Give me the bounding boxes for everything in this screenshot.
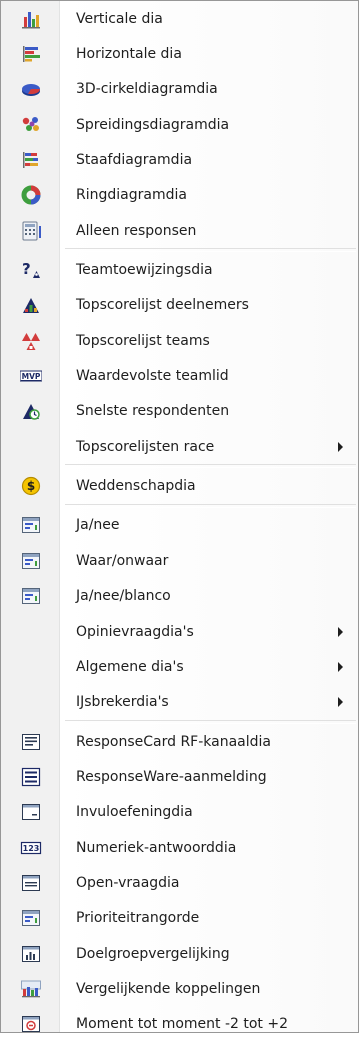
moment-to-moment-icon (20, 1013, 42, 1035)
true-false-slide-icon (20, 550, 42, 572)
menu-item-waar-onwaar[interactable]: Waar/onwaar (1, 543, 358, 578)
menu-item-moment-tot-moment[interactable]: Moment tot moment -2 tot +2 (1, 1007, 358, 1042)
wager-coin-icon-text: $ (27, 479, 35, 493)
submenu-arrow-icon (338, 697, 343, 708)
yes-no-slide-icon (20, 514, 42, 536)
menu-item-label: ResponseWare-aanmelding (76, 768, 267, 785)
menu-item-label: Vergelijkende koppelingen (76, 980, 261, 997)
mvp-icon: MVP (20, 365, 42, 387)
team-assignment-icon-text: ? (22, 260, 31, 278)
menu-item-teamtoewijzingsdia[interactable]: ? Teamtoewijzingsdia (1, 252, 358, 287)
menu-item-staafdiagramdia[interactable]: Staafdiagramdia (1, 142, 358, 177)
fill-in-blank-slide-icon (20, 801, 42, 823)
priority-ranking-icon (20, 907, 42, 929)
menu-item-label: Open-vraagdia (76, 874, 180, 891)
menu-item-opinievraagdias[interactable]: Opinievraagdia's (1, 614, 358, 649)
menu-item-topscorelijst-teams[interactable]: Topscorelijst teams (1, 323, 358, 358)
menu-item-label: Waardevolste teamlid (76, 368, 229, 385)
responses-only-icon (20, 220, 42, 242)
menu-item-label: Staafdiagramdia (76, 152, 193, 169)
yes-no-abstain-slide-icon (20, 585, 42, 607)
menu-item-invuloefeningdia[interactable]: Invuloefeningdia (1, 795, 358, 830)
menu-item-label: Spreidingsdiagramdia (76, 116, 230, 133)
submenu-arrow-icon (338, 441, 343, 452)
menu-item-label: Algemene dia's (76, 658, 184, 675)
menu-item-waardevolste-teamlid[interactable]: MVP Waardevolste teamlid (1, 358, 358, 393)
menu-item-label: Topscorelijst teams (76, 332, 210, 349)
menu-item-label: Verticale dia (76, 10, 163, 27)
menu-item-label: Waar/onwaar (76, 552, 169, 569)
menu-item-ijsbrekerdias[interactable]: IJsbrekerdia's (1, 685, 358, 720)
rf-channel-slide-icon (20, 731, 42, 753)
menu-item-label: Snelste respondenten (76, 403, 230, 420)
submenu-arrow-icon (338, 626, 343, 637)
menu-item-label: 3D-cirkeldiagramdia (76, 81, 218, 98)
menu-item-prioriteitrangorde[interactable]: Prioriteitrangorde (1, 901, 358, 936)
vertical-bar-chart-icon (20, 8, 42, 30)
menu-item-spreidingsdiagramdia[interactable]: Spreidingsdiagramdia (1, 107, 358, 142)
menu-item-verticale-dia[interactable]: Verticale dia (1, 1, 358, 36)
scatter-chart-icon (20, 114, 42, 136)
menu-item-label: Topscorelijsten race (76, 438, 215, 455)
menu-item-label: Ja/nee/blanco (76, 588, 171, 605)
menu-item-label: Ringdiagramdia (76, 187, 187, 204)
menu-item-label: Prioriteitrangorde (76, 910, 200, 927)
participant-leaderboard-icon (20, 294, 42, 316)
menu-item-label: Moment tot moment -2 tot +2 (76, 1016, 289, 1033)
submenu-arrow-icon (338, 661, 343, 672)
menu-item-algemene-dias[interactable]: Algemene dia's (1, 649, 358, 684)
menu-item-ja-nee[interactable]: Ja/nee (1, 508, 358, 543)
3d-pie-chart-icon (20, 78, 42, 100)
responseware-login-icon (20, 766, 42, 788)
comparative-links-icon (20, 978, 42, 1000)
menu-item-ringdiagramdia[interactable]: Ringdiagramdia (1, 178, 358, 213)
menu-item-3d-cirkeldiagramdia[interactable]: 3D-cirkeldiagramdia (1, 72, 358, 107)
menu-item-label: Numeriek-antwoorddia (76, 839, 237, 856)
menu-item-label: Opinievraagdia's (76, 623, 194, 640)
menu-item-label: Alleen responsen (76, 222, 197, 239)
menu-item-horizontale-dia[interactable]: Horizontale dia (1, 36, 358, 71)
menu-item-responseware-aanmelding[interactable]: ResponseWare-aanmelding (1, 759, 358, 794)
menu-item-label: Doelgroepvergelijking (76, 945, 230, 962)
menu-item-label: Horizontale dia (76, 46, 182, 63)
menu-item-topscorelijst-deelnemers[interactable]: Topscorelijst deelnemers (1, 288, 358, 323)
menu-item-label: Topscorelijst deelnemers (76, 297, 249, 314)
open-question-slide-icon (20, 872, 42, 894)
menu-item-numeriek-antwoorddia[interactable]: 123 Numeriek-antwoorddia (1, 830, 358, 865)
menu-item-label: Teamtoewijzingsdia (76, 262, 213, 279)
menu-item-weddenschapdia[interactable]: $ Weddenschapdia (1, 468, 358, 503)
numeric-answer-icon-text: 123 (23, 844, 40, 853)
menu-item-topscorelijsten-race[interactable]: Topscorelijsten race (1, 429, 358, 464)
donut-chart-icon (20, 184, 42, 206)
menu-item-vergelijkende-koppelingen[interactable]: Vergelijkende koppelingen (1, 971, 358, 1006)
menu-item-doelgroepvergelijking[interactable]: Doelgroepvergelijking (1, 936, 358, 971)
menu-item-label: Invuloefeningdia (76, 804, 193, 821)
menu-item-ja-nee-blanco[interactable]: Ja/nee/blanco (1, 579, 358, 614)
menu-item-responsecard-rf-kanaaldia[interactable]: ResponseCard RF-kanaaldia (1, 724, 358, 759)
mvp-icon-text: MVP (22, 372, 41, 381)
team-assignment-icon: ? (20, 259, 42, 281)
wager-coin-icon: $ (20, 475, 42, 497)
team-leaderboard-icon (20, 330, 42, 352)
menu-item-label: ResponseCard RF-kanaaldia (76, 733, 271, 750)
menu-item-label: Weddenschapdia (76, 478, 196, 495)
numeric-answer-icon: 123 (20, 837, 42, 859)
horizontal-bar-chart-icon (20, 43, 42, 65)
menu-item-alleen-responsen[interactable]: Alleen responsen (1, 213, 358, 248)
fastest-responders-icon (20, 400, 42, 422)
menu-item-label: IJsbrekerdia's (76, 694, 169, 711)
menu-item-label: Ja/nee (76, 517, 120, 534)
menu-item-open-vraagdia[interactable]: Open-vraagdia (1, 865, 358, 900)
context-menu: Verticale dia Horizontale dia 3D-cirkeld… (0, 0, 359, 1033)
demographic-comparison-icon (20, 943, 42, 965)
menu-item-snelste-respondenten[interactable]: Snelste respondenten (1, 394, 358, 429)
stacked-bar-chart-icon (20, 149, 42, 171)
